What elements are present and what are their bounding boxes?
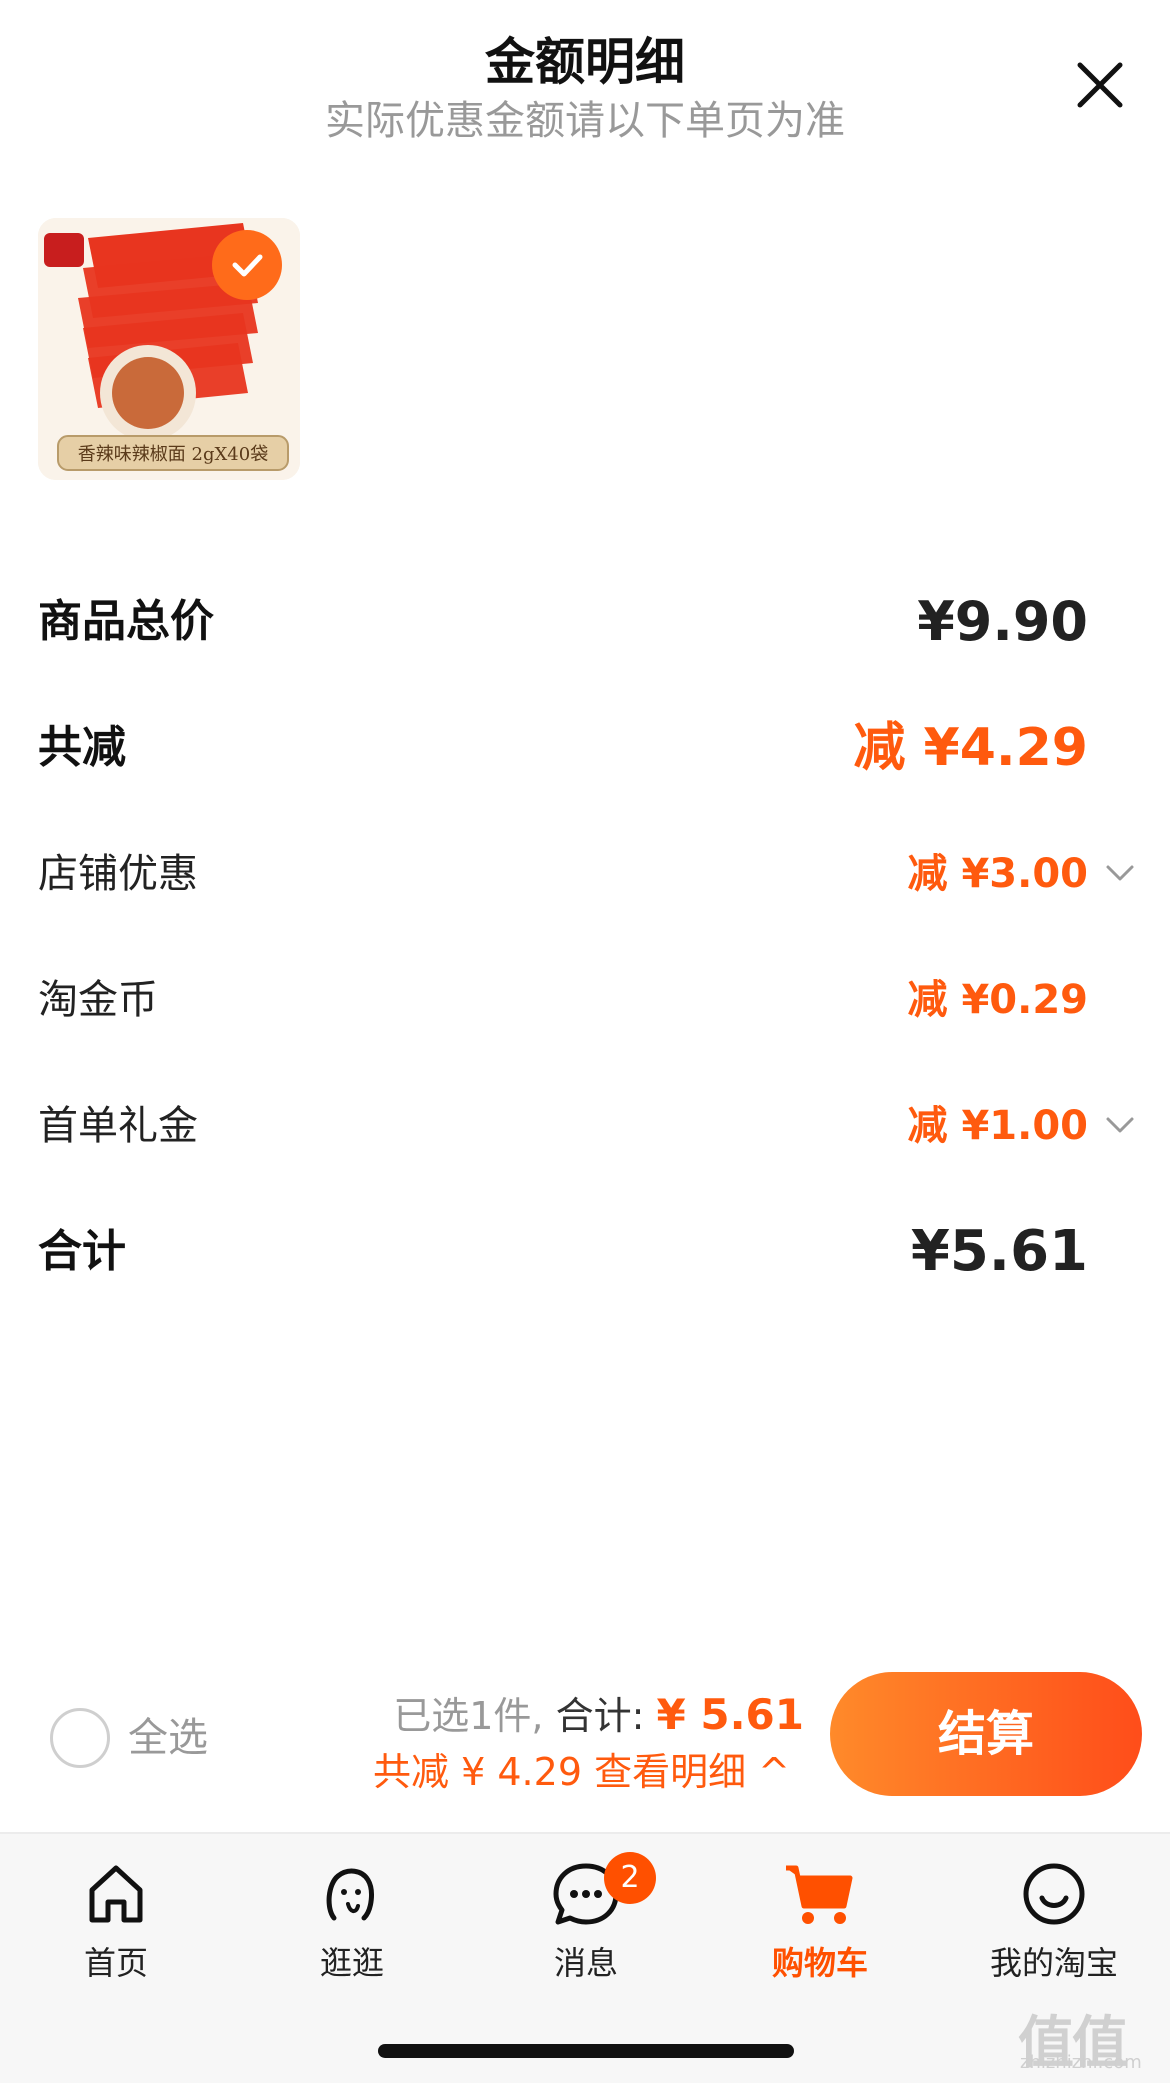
view-details-link[interactable]: 共减 ¥ 4.29 查看明细 ^ [373, 1744, 790, 1800]
tab-messages[interactable]: 2 消息 [486, 1852, 686, 2004]
selected-summary: 已选1件, 合计: ¥ 5.61 [393, 1680, 804, 1751]
shop-discount-label: 店铺优惠 [38, 851, 198, 897]
tab-browse-label: 逛逛 [319, 1944, 384, 1982]
tab-my-taobao-label: 我的淘宝 [989, 1944, 1118, 1982]
row-total: 合计 ¥5.61 [38, 1212, 1138, 1292]
close-icon[interactable] [1070, 55, 1130, 115]
tab-browse[interactable]: 逛逛 [252, 1854, 452, 2004]
smile-profile-icon [1023, 1863, 1085, 1925]
selected-count: 已选1件, [393, 1694, 544, 1738]
total-discount-label: 共减 [38, 722, 126, 773]
tab-my-taobao[interactable]: 我的淘宝 [954, 1854, 1154, 2004]
chevron-down-icon[interactable] [1102, 1110, 1138, 1140]
page-title: 金额明细 [485, 33, 685, 91]
row-total-discount: 共减 减 ¥4.29 [38, 708, 1138, 788]
first-order-gift-label: 首单礼金 [38, 1103, 198, 1149]
row-shop-discount[interactable]: 店铺优惠 减 ¥3.00 [38, 834, 1138, 914]
tab-cart-label: 购物车 [771, 1944, 868, 1982]
tab-home[interactable]: 首页 [16, 1854, 216, 2004]
total-price-label: 商品总价 [38, 596, 214, 647]
chevron-down-icon[interactable] [1102, 858, 1138, 888]
taojinbi-label: 淘金币 [38, 977, 158, 1023]
header: 金额明细 实际优惠金额请以下单页为准 [0, 0, 1170, 150]
shop-discount-value: 减 ¥3.00 [907, 851, 1088, 897]
svg-text:香辣味辣椒面 2gX40袋: 香辣味辣椒面 2gX40袋 [78, 444, 268, 465]
total-label: 合计 [38, 1226, 126, 1277]
selected-check-icon[interactable] [212, 230, 282, 300]
tab-cart[interactable]: 购物车 [720, 1854, 920, 2004]
sum-amount: ¥ 5.61 [656, 1690, 804, 1739]
page-subtitle: 实际优惠金额请以下单页为准 [325, 98, 845, 144]
message-badge: 2 [604, 1852, 656, 1904]
total-discount-value: 减 ¥4.29 [853, 718, 1088, 778]
total-value: ¥5.61 [910, 1219, 1088, 1284]
total-price-value: ¥9.90 [917, 590, 1088, 653]
row-total-price: 商品总价 ¥9.90 [38, 582, 1138, 662]
sum-label: 合计: [555, 1694, 645, 1738]
browse-icon [326, 1868, 374, 1921]
checkout-button[interactable]: 结算 [830, 1672, 1142, 1796]
select-all-radio[interactable] [50, 1708, 110, 1768]
tab-home-label: 首页 [83, 1944, 148, 1982]
watermark-url: zhizhizhi.com [1020, 2052, 1142, 2073]
row-taojinbi: 淘金币 减 ¥0.29 [38, 960, 1138, 1040]
cart-icon [786, 1865, 853, 1924]
first-order-gift-value: 减 ¥1.00 [907, 1103, 1088, 1149]
tab-messages-label: 消息 [553, 1944, 618, 1982]
row-first-order-gift[interactable]: 首单礼金 减 ¥1.00 [38, 1086, 1138, 1166]
taojinbi-value: 减 ¥0.29 [907, 977, 1088, 1023]
home-icon [89, 1865, 143, 1923]
select-all-label[interactable]: 全选 [128, 1708, 208, 1768]
home-indicator [378, 2044, 794, 2058]
